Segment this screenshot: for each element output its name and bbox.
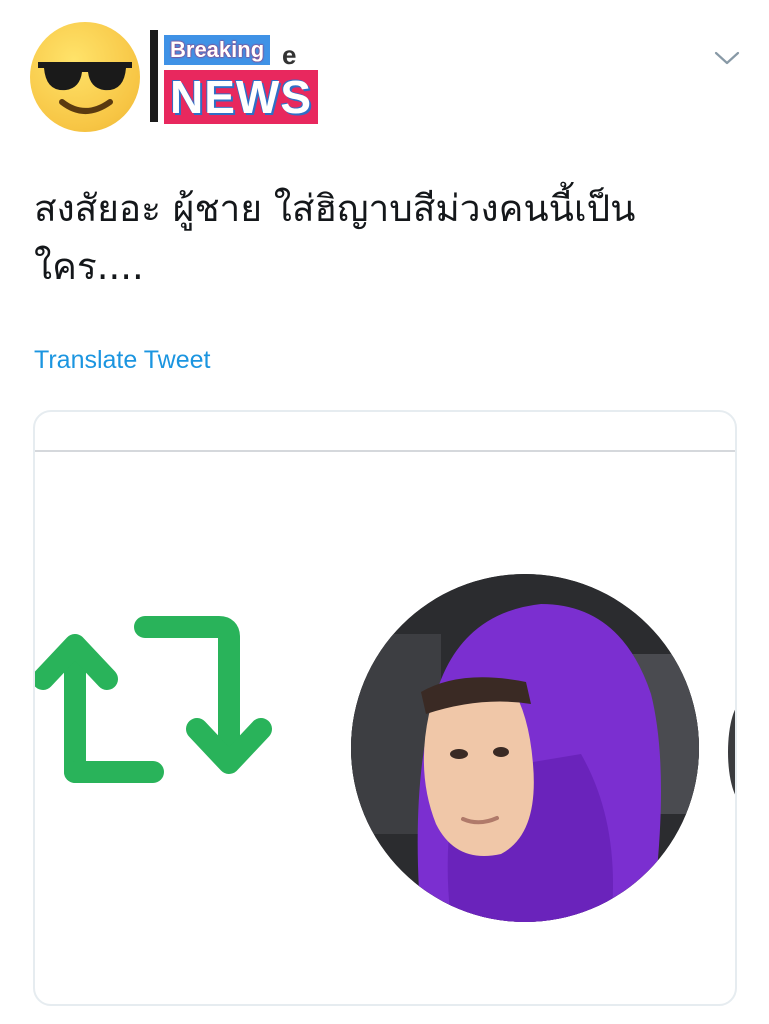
next-avatar-sliver	[728, 702, 735, 802]
person-in-purple-hood-image	[351, 574, 699, 922]
sunglasses-emoji-icon	[38, 62, 132, 114]
media-card[interactable]	[33, 410, 737, 1006]
chevron-down-icon[interactable]	[714, 50, 740, 66]
tweet-text: สงสัยอะ ผู้ชาย ใส่ฮิญาบสีม่วงคนนี้เป็นใค…	[34, 187, 636, 288]
translate-tweet-link[interactable]: Translate Tweet	[34, 346, 210, 375]
card-divider	[35, 450, 735, 452]
profile-photo[interactable]	[351, 574, 699, 922]
breaking-label: Breaking	[164, 35, 271, 65]
retweet-icon	[35, 616, 272, 783]
avatar[interactable]	[30, 22, 140, 132]
news-label: NEWS	[164, 70, 318, 124]
name-censor-bar	[150, 30, 158, 122]
display-name-partial[interactable]: e	[282, 40, 296, 71]
